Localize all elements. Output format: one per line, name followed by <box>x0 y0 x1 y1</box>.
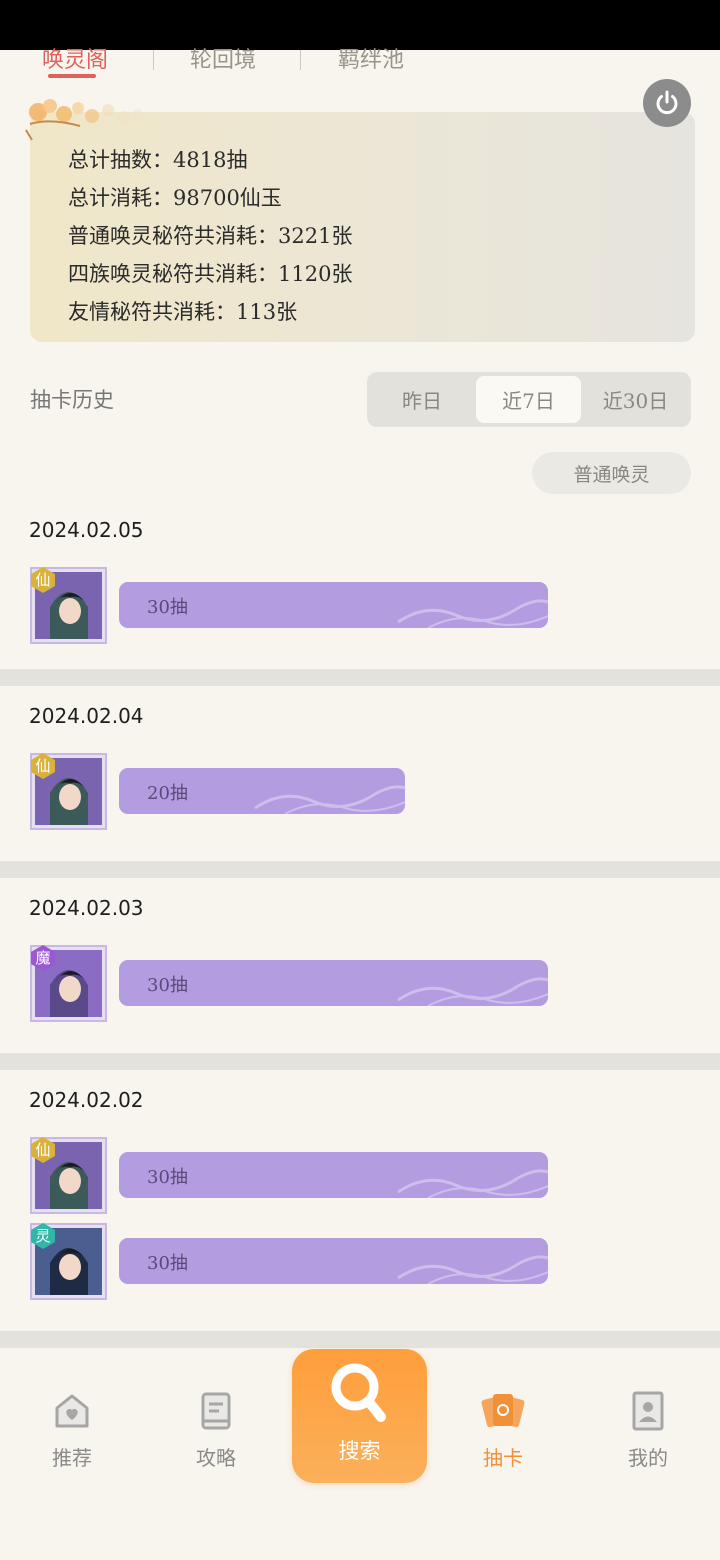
nav-search-button[interactable]: 搜索 <box>292 1349 427 1483</box>
nav-gacha-label: 抽卡 <box>483 1446 523 1470</box>
maple-decoration <box>25 99 143 141</box>
history-day-section: 2024.02.02 仙 30抽灵 30抽 <box>0 1070 720 1331</box>
tab-jiban[interactable]: 羁绊池 <box>338 42 404 74</box>
cards-icon <box>481 1394 525 1428</box>
history-day-section: 2024.02.05 仙 30抽 <box>0 500 720 669</box>
section-divider <box>0 1053 720 1070</box>
bottom-nav: 推荐 攻略 搜索 抽卡 我的 <box>0 1349 720 1560</box>
book-icon <box>201 1392 231 1430</box>
nav-guide[interactable]: 攻略 <box>171 1390 261 1471</box>
range-7days[interactable]: 近7日 <box>476 376 581 423</box>
top-tabs: 唤灵阁 轮回境 羁绊池 <box>0 40 720 80</box>
pull-count-label: 30抽 <box>147 1167 188 1188</box>
tab-lunhui[interactable]: 轮回境 <box>190 42 256 74</box>
pull-count-label: 30抽 <box>147 597 188 618</box>
pull-count-label: 20抽 <box>147 783 188 804</box>
pull-count-bar: 30抽 <box>119 1238 548 1284</box>
clan-badge: 魔 <box>31 945 55 971</box>
pull-count-label: 30抽 <box>147 1253 188 1274</box>
stat-clan-rune: 四族唤灵秘符共消耗：1120张 <box>68 262 353 286</box>
section-divider <box>0 669 720 686</box>
svg-text:魔: 魔 <box>35 949 50 967</box>
character-portrait[interactable]: 仙 <box>30 1137 107 1214</box>
nav-guide-label: 攻略 <box>196 1446 236 1470</box>
tab-divider <box>300 50 301 70</box>
section-divider <box>0 861 720 878</box>
stat-total-pulls: 总计抽数：4818抽 <box>68 148 248 172</box>
nav-recommend-label: 推荐 <box>52 1446 92 1470</box>
tab-huanling[interactable]: 唤灵阁 <box>42 42 108 74</box>
character-portrait[interactable]: 仙 <box>30 753 107 830</box>
clan-badge: 仙 <box>31 567 55 593</box>
history-date: 2024.02.03 <box>29 896 144 920</box>
character-portrait[interactable]: 魔 <box>30 945 107 1022</box>
history-date: 2024.02.04 <box>29 704 144 728</box>
history-day-section: 2024.02.03 魔 30抽 <box>0 878 720 1053</box>
clan-badge: 仙 <box>31 1137 55 1163</box>
range-yesterday[interactable]: 昨日 <box>371 376 473 423</box>
pull-count-bar: 30抽 <box>119 582 548 628</box>
section-divider <box>0 1331 720 1348</box>
character-portrait[interactable]: 灵 <box>30 1223 107 1300</box>
history-title: 抽卡历史 <box>30 388 114 412</box>
active-tab-indicator <box>48 74 96 78</box>
home-heart-icon <box>55 1394 89 1428</box>
svg-text:仙: 仙 <box>35 757 50 775</box>
stat-normal-rune: 普通唤灵秘符共消耗：3221张 <box>68 224 353 248</box>
range-selector: 昨日 近7日 近30日 <box>367 372 691 427</box>
history-date: 2024.02.05 <box>29 518 144 542</box>
power-icon <box>656 90 678 115</box>
pull-count-label: 30抽 <box>147 975 188 996</box>
history-date: 2024.02.02 <box>29 1088 144 1112</box>
stat-total-cost: 总计消耗：98700仙玉 <box>68 186 282 210</box>
stat-friend-rune: 友情秘符共消耗：113张 <box>68 300 298 324</box>
pool-filter-button[interactable]: 普通唤灵 <box>532 452 691 494</box>
nav-profile-label: 我的 <box>628 1446 668 1470</box>
search-icon <box>331 1363 386 1422</box>
nav-profile[interactable]: 我的 <box>603 1390 693 1471</box>
pull-count-bar: 30抽 <box>119 960 548 1006</box>
svg-text:仙: 仙 <box>35 1141 50 1159</box>
svg-text:灵: 灵 <box>35 1227 50 1245</box>
range-30days[interactable]: 近30日 <box>584 376 687 423</box>
power-button[interactable] <box>643 79 691 127</box>
pull-count-bar: 30抽 <box>119 1152 548 1198</box>
pull-count-bar: 20抽 <box>119 768 405 814</box>
character-portrait[interactable]: 仙 <box>30 567 107 644</box>
nav-search-label: 搜索 <box>338 1439 381 1463</box>
history-day-section: 2024.02.04 仙 20抽 <box>0 686 720 861</box>
clan-badge: 灵 <box>31 1223 55 1249</box>
nav-gacha[interactable]: 抽卡 <box>458 1390 548 1471</box>
clan-badge: 仙 <box>31 753 55 779</box>
nav-recommend[interactable]: 推荐 <box>27 1390 117 1471</box>
profile-card-icon <box>632 1391 664 1431</box>
svg-text:仙: 仙 <box>35 571 50 589</box>
tab-divider <box>153 50 154 70</box>
